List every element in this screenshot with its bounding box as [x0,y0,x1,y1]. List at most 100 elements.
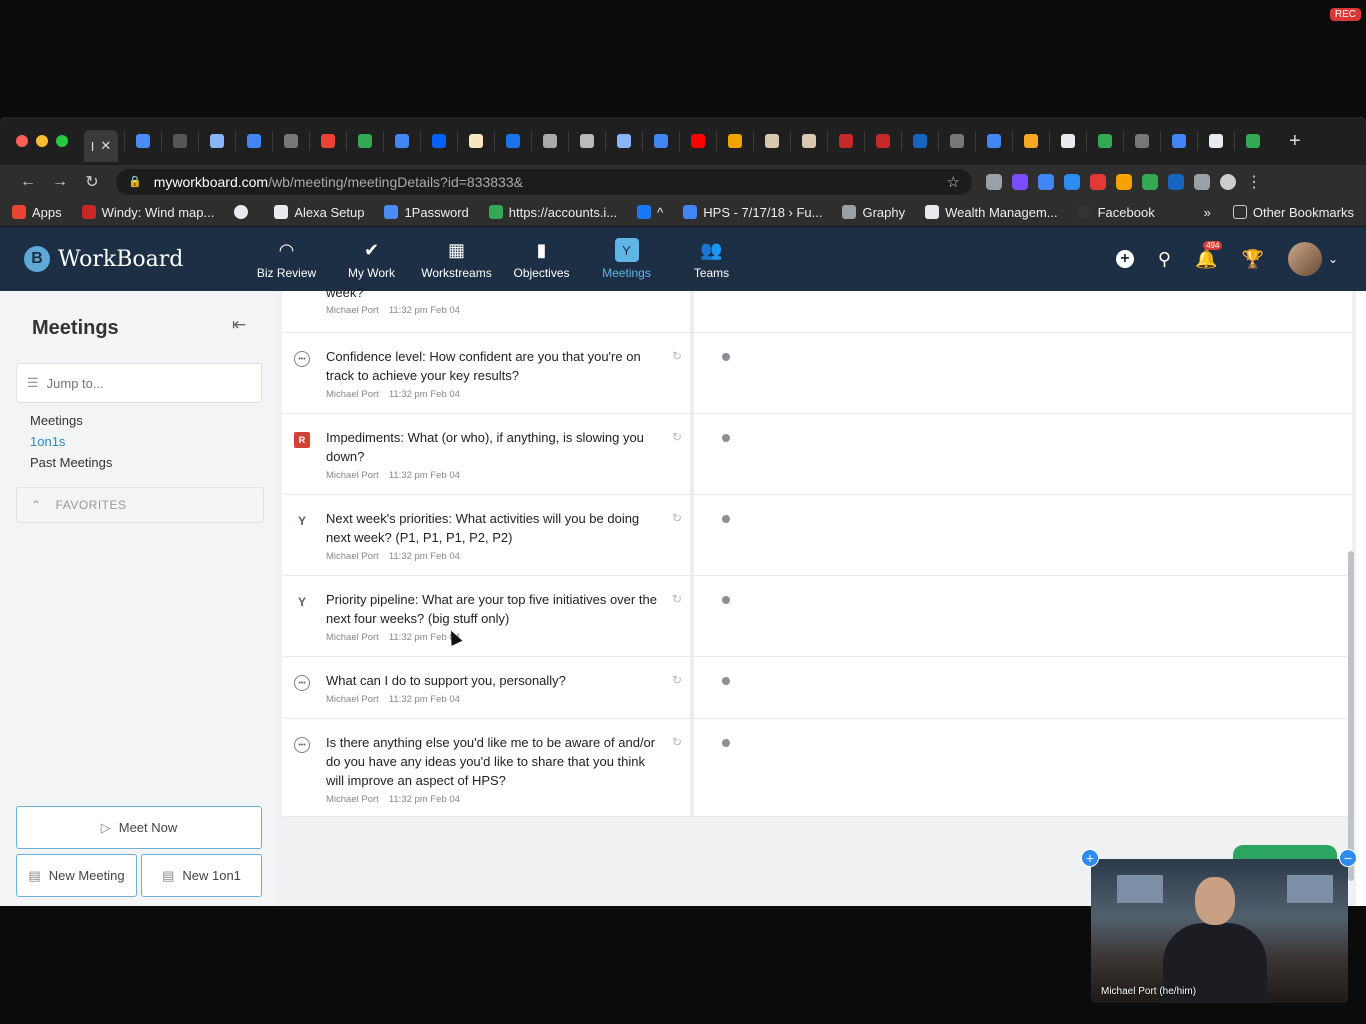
pinned-tab[interactable] [1049,131,1086,151]
pinned-tab[interactable] [679,131,716,151]
refresh-icon[interactable]: ↻ [672,673,682,687]
pinned-tab[interactable] [272,131,309,151]
minimize-window-button[interactable] [36,135,48,147]
favorites-section[interactable]: ⌃ FAVORITES [16,487,264,523]
search-icon[interactable]: ⚲ [1158,249,1171,270]
nav-workstreams[interactable]: ▦ Workstreams [414,238,499,281]
address-bar[interactable]: 🔒 myworkboard.com /wb/meeting/meetingDet… [116,168,972,195]
extension-icon[interactable] [1064,173,1080,190]
add-icon[interactable]: + [1115,250,1134,268]
extension-icon[interactable] [1116,173,1132,190]
table-row[interactable]: Y Next week's priorities: What activities… [282,495,1352,576]
bookmark-item[interactable]: Alexa Setup [274,205,364,220]
pinned-tab[interactable] [161,131,198,151]
pinned-tab[interactable] [938,131,975,151]
back-arrow-icon[interactable]: ← [12,173,44,191]
bookmark-item[interactable]: 1Password [384,205,469,220]
notifications-bell-icon[interactable]: 🔔 494 [1195,240,1223,270]
close-tab-icon[interactable]: ✕ [100,138,111,154]
scrollbar[interactable] [1348,551,1354,881]
reload-icon[interactable]: ↻ [76,172,108,192]
extension-icon[interactable] [1168,173,1184,190]
table-row[interactable]: ••• Is there anything else you'd like me … [282,719,1352,817]
note-bullet[interactable] [722,596,730,604]
browser-menu-icon[interactable]: ⋮ [1246,172,1262,192]
bookmark-item[interactable]: Windy: Wind map... [81,205,214,220]
note-bullet[interactable] [722,515,730,523]
extension-icon[interactable] [1012,173,1028,190]
pinned-tab[interactable] [383,131,420,151]
pinned-tab[interactable] [790,131,827,151]
nav-biz-review[interactable]: ◠ Biz Review [244,238,329,281]
zoom-window-button[interactable] [56,135,68,147]
minimize-video-icon[interactable]: − [1339,849,1357,867]
extension-icon[interactable] [1142,173,1158,190]
jump-to-search[interactable]: ☰ [16,363,262,403]
extension-icon[interactable] [1090,173,1106,190]
jump-to-input[interactable] [46,375,237,391]
pinned-tab[interactable] [864,131,901,151]
extension-icon[interactable] [1038,173,1054,190]
note-bullet[interactable] [722,353,730,361]
sidebar-item-1on1s[interactable]: 1on1s [30,434,112,449]
pinned-tab[interactable] [642,131,679,151]
pinned-tab[interactable] [420,131,457,151]
pinned-tab[interactable] [457,131,494,151]
bookmark-item[interactable]: Facebook [1077,205,1155,220]
table-row[interactable]: week? Michael Port 11:32 pm Feb 04 [282,285,1352,333]
note-bullet[interactable] [722,434,730,442]
bookmark-item[interactable] [234,205,254,219]
pinned-tab[interactable] [494,131,531,151]
nav-objectives[interactable]: ▮ Objectives [499,238,584,281]
pinned-tab[interactable] [235,131,272,151]
workboard-logo[interactable]: B WorkBoard [24,246,244,272]
collapse-sidebar-icon[interactable]: ⇤ [232,315,246,335]
active-tab[interactable]: I ✕ [84,130,118,162]
pinned-tab[interactable] [1197,131,1234,151]
note-bullet[interactable] [722,739,730,747]
new-tab-button[interactable]: + [1289,130,1301,153]
pinned-tab[interactable] [568,131,605,151]
bookmark-item[interactable]: Apps [12,205,62,220]
video-thumbnail[interactable]: Michael Port (he/him) [1091,859,1348,1003]
extension-icon[interactable] [986,173,1002,190]
sidebar-item-meetings[interactable]: Meetings [30,413,112,428]
pinned-tab[interactable] [901,131,938,151]
pinned-tab[interactable] [975,131,1012,151]
forward-arrow-icon[interactable]: → [44,173,76,191]
user-menu[interactable]: ⌄ [1287,242,1338,276]
bookmarks-overflow-button[interactable]: » [1204,205,1211,220]
pinned-tab[interactable] [309,131,346,151]
refresh-icon[interactable]: ↻ [672,511,682,525]
pinned-tab[interactable] [605,131,642,151]
close-window-button[interactable] [16,135,28,147]
refresh-icon[interactable]: ↻ [672,430,682,444]
meet-now-button[interactable]: ▷ Meet Now [16,806,262,849]
pinned-tab[interactable] [198,131,235,151]
pinned-tab[interactable] [753,131,790,151]
note-bullet[interactable] [722,677,730,685]
refresh-icon[interactable]: ↻ [672,592,682,606]
nav-teams[interactable]: 👥 Teams [669,238,754,281]
pinned-tab[interactable] [1234,131,1271,151]
other-bookmarks[interactable]: Other Bookmarks [1232,205,1354,220]
refresh-icon[interactable]: ↻ [672,349,682,363]
bookmark-star-icon[interactable]: ☆ [947,173,960,191]
pinned-tab[interactable] [1086,131,1123,151]
expand-video-icon[interactable]: + [1081,849,1099,867]
sidebar-item-past-meetings[interactable]: Past Meetings [30,455,112,470]
nav-meetings[interactable]: Y Meetings [584,238,669,280]
bookmark-item[interactable]: https://accounts.i... [488,205,617,220]
pinned-tab[interactable] [1123,131,1160,151]
bookmark-item[interactable]: Wealth Managem... [925,205,1058,220]
pinned-tab[interactable] [531,131,568,151]
refresh-icon[interactable]: ↻ [672,735,682,749]
table-row[interactable]: ••• What can I do to support you, persona… [282,657,1352,719]
pinned-tab[interactable] [1012,131,1049,151]
bookmark-item[interactable]: HPS - 7/17/18 › Fu... [683,205,822,220]
table-row[interactable]: Y Priority pipeline: What are your top fi… [282,576,1352,657]
table-row[interactable]: R Impediments: What (or who), if anything… [282,414,1352,495]
trophy-icon[interactable]: 🏆 [1242,249,1264,270]
bookmark-item[interactable]: Graphy [842,205,905,220]
pinned-tab[interactable] [124,131,161,151]
